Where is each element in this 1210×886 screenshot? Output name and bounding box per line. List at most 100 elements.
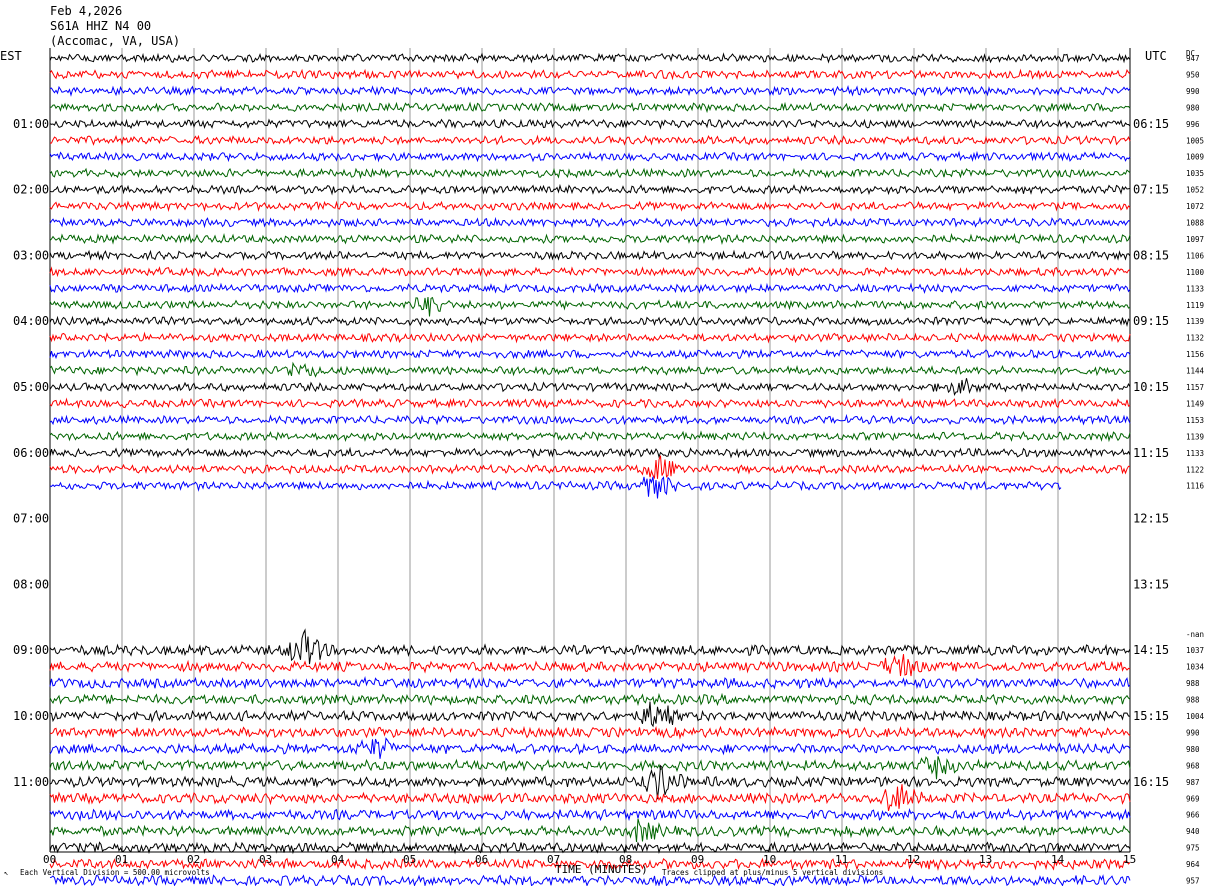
dc-label: 1153 xyxy=(1186,416,1204,425)
dc-label: 1116 xyxy=(1186,482,1205,491)
dc-label: 1122 xyxy=(1186,465,1204,474)
trace-row xyxy=(49,216,1131,229)
x-axis-title: TIME (MINUTES) xyxy=(555,863,648,876)
left-hour-label: 11:00 xyxy=(13,775,49,789)
dc-label: 1157 xyxy=(1186,383,1204,392)
trace-row xyxy=(49,784,1131,812)
x-tick-label: 06 xyxy=(475,853,488,866)
trace-row xyxy=(49,150,1131,163)
x-tick-label: 02 xyxy=(187,853,200,866)
x-tick-label: 12 xyxy=(907,853,920,866)
right-hour-label: 10:15 xyxy=(1133,380,1169,394)
trace-row xyxy=(49,874,1131,886)
trace-row xyxy=(49,397,1131,409)
dc-label: 1119 xyxy=(1186,301,1204,310)
trace-row xyxy=(49,200,1131,213)
dc-label: 966 xyxy=(1186,811,1200,820)
dc-label: 1034 xyxy=(1186,663,1205,672)
trace-row xyxy=(49,282,1131,295)
helicorder-plot: Feb 4,2026 S61A HHZ N4 00 (Accomac, VA, … xyxy=(0,4,1205,886)
x-tick-label: 05 xyxy=(403,853,416,866)
dc-label: 1106 xyxy=(1186,251,1205,260)
dc-label: 1072 xyxy=(1186,202,1204,211)
trace-row xyxy=(49,331,1131,344)
trace-row xyxy=(49,68,1131,81)
right-hour-label: 06:15 xyxy=(1133,117,1169,131)
left-hour-label: 08:00 xyxy=(13,577,49,591)
right-hour-labels: 06:15 07:15 08:15 09:15 10:15 11:15 12:15 13:15… xyxy=(1133,117,1169,789)
right-hour-label: 12:15 xyxy=(1133,512,1169,526)
dc-label: 1052 xyxy=(1186,186,1204,195)
trace-row xyxy=(49,701,1131,728)
left-timezone-label: EST xyxy=(0,49,22,63)
dc-label: 980 xyxy=(1186,103,1200,112)
dc-label: 968 xyxy=(1186,761,1200,770)
trace-row xyxy=(49,430,1131,443)
dc-label: 987 xyxy=(1186,778,1200,787)
left-hour-labels: 01:00 02:00 03:00 04:00 05:00 06:00 07:00 08:00… xyxy=(13,117,49,789)
dc-label: 1097 xyxy=(1186,235,1204,244)
clip-note: Traces clipped at plus/minus 5 vertical … xyxy=(662,868,883,877)
right-hour-label: 11:15 xyxy=(1133,446,1169,460)
trace-row xyxy=(49,756,1131,780)
dc-label: 1088 xyxy=(1186,219,1205,228)
left-hour-label: 05:00 xyxy=(13,380,49,394)
left-hour-label: 04:00 xyxy=(13,314,49,328)
dc-label: 996 xyxy=(1186,120,1200,129)
dc-label: 1139 xyxy=(1186,317,1204,326)
dc-label: 1035 xyxy=(1186,169,1204,178)
dc-label: 947 xyxy=(1186,54,1200,63)
scale-note: Each Vertical Division = 500.00 microvol… xyxy=(20,868,210,877)
trace-row xyxy=(49,134,1131,147)
x-tick-label: 14 xyxy=(1051,853,1065,866)
dc-label: 950 xyxy=(1186,70,1200,79)
trace-row xyxy=(49,315,1131,327)
trace-row xyxy=(49,764,1131,800)
trace-row xyxy=(49,413,1131,426)
trace-row xyxy=(49,654,1131,677)
trace-row xyxy=(49,818,1131,843)
seismic-traces xyxy=(49,52,1131,886)
trace-row xyxy=(49,476,1062,499)
left-hour-label: 02:00 xyxy=(13,183,49,197)
dc-offset-labels: 947 950 990 980 996 1005 1009 1035 1052 1072 1088 1… xyxy=(1186,54,1205,886)
x-tick-label: 03 xyxy=(259,853,272,866)
dc-label: 988 xyxy=(1186,679,1200,688)
trace-row xyxy=(49,249,1131,261)
x-tick-label: 13 xyxy=(979,853,992,866)
trace-row xyxy=(49,841,1131,855)
dc-label: 1004 xyxy=(1186,712,1205,721)
dc-label: 1133 xyxy=(1186,449,1204,458)
dc-label: 980 xyxy=(1186,745,1200,754)
right-hour-label: 09:15 xyxy=(1133,314,1169,328)
right-hour-label: 15:15 xyxy=(1133,709,1169,723)
trace-row xyxy=(49,348,1131,360)
dc-label: 1009 xyxy=(1186,153,1204,162)
dc-label: 1156 xyxy=(1186,350,1205,359)
date-label: Feb 4,2026 xyxy=(50,4,122,18)
left-hour-label: 09:00 xyxy=(13,643,49,657)
x-tick-label: 00 xyxy=(43,853,56,866)
dc-label: 1139 xyxy=(1186,432,1204,441)
left-hour-label: 06:00 xyxy=(13,446,49,460)
left-hour-label: 01:00 xyxy=(13,117,49,131)
trace-row xyxy=(49,167,1131,180)
x-tick-label: 01 xyxy=(115,853,128,866)
right-hour-label: 14:15 xyxy=(1133,643,1169,657)
x-tick-label: 09 xyxy=(691,853,704,866)
trace-row xyxy=(49,361,1131,378)
right-hour-label: 08:15 xyxy=(1133,248,1169,262)
left-hour-label: 07:00 xyxy=(13,512,49,526)
trace-row xyxy=(49,52,1131,64)
dc-label: 1133 xyxy=(1186,284,1204,293)
trace-row xyxy=(49,232,1131,245)
trace-row xyxy=(49,455,1131,480)
x-tick-label: 15 xyxy=(1123,853,1136,866)
dc-label: 1100 xyxy=(1186,268,1205,277)
dc-label: -nan xyxy=(1186,630,1204,639)
dc-label: 957 xyxy=(1186,877,1200,886)
trace-row xyxy=(49,296,1131,317)
trace-row xyxy=(49,725,1131,740)
station-label: S61A HHZ N4 00 xyxy=(50,19,151,33)
dc-label: 1037 xyxy=(1186,646,1204,655)
